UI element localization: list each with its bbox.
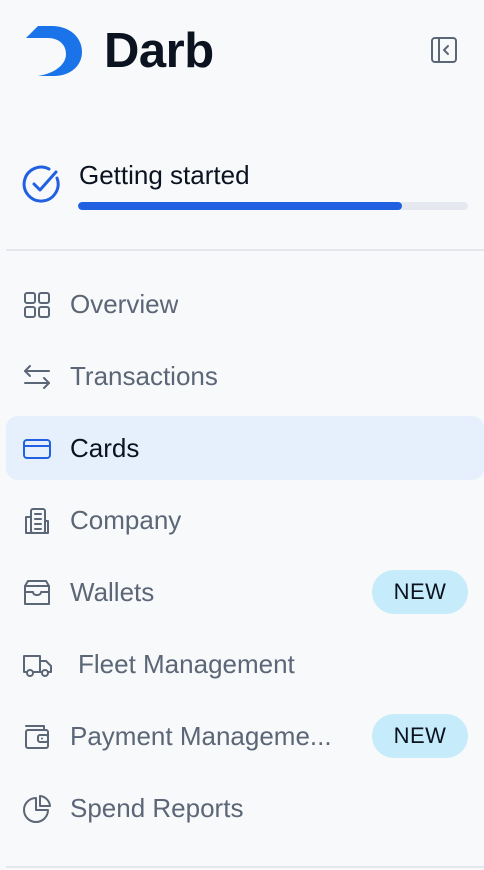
- sidebar-item-overview[interactable]: Overview: [6, 272, 484, 336]
- grid-icon: [22, 290, 52, 320]
- darb-logo-icon: [26, 26, 82, 76]
- check-circle-icon: [22, 165, 60, 203]
- sidebar-nav: Overview Transactions Cards Company Wallets N…: [6, 272, 484, 848]
- sidebar-item-fleet-management[interactable]: Fleet Management: [6, 632, 484, 696]
- building-icon: [22, 506, 52, 536]
- sidebar-item-cards[interactable]: Cards: [6, 416, 484, 480]
- sidebar-item-label: Cards: [70, 433, 140, 463]
- sidebar-item-label: Transactions: [70, 361, 218, 391]
- credit-card-icon: [22, 434, 52, 464]
- getting-started-widget[interactable]: Getting started: [0, 148, 484, 228]
- sidebar-item-label: Wallets: [70, 577, 155, 607]
- getting-started-progress: [78, 202, 468, 210]
- transfer-arrows-icon: [22, 362, 52, 392]
- progress-fill: [78, 202, 402, 210]
- collapse-sidebar-icon[interactable]: [430, 36, 458, 64]
- divider: [6, 249, 484, 251]
- sidebar-header: Darb: [0, 0, 484, 100]
- pie-chart-icon: [22, 794, 52, 824]
- payment-wallet-icon: [22, 722, 52, 752]
- brand-name: Darb: [104, 24, 214, 78]
- sidebar-item-transactions[interactable]: Transactions: [6, 344, 484, 408]
- new-badge: NEW: [372, 714, 468, 758]
- sidebar-item-wallets[interactable]: Wallets NEW: [6, 560, 484, 624]
- sidebar-item-label: Company: [70, 505, 182, 535]
- wallet-icon: [22, 578, 52, 608]
- new-badge: NEW: [372, 570, 468, 614]
- sidebar-item-label: Fleet Management: [78, 649, 295, 679]
- getting-started-title: Getting started: [79, 160, 250, 190]
- divider: [6, 866, 484, 868]
- truck-icon: [22, 650, 52, 680]
- sidebar-item-label: Payment Manageme...: [70, 721, 332, 751]
- sidebar-item-spend-reports[interactable]: Spend Reports: [6, 776, 484, 840]
- sidebar-item-payment-manageme[interactable]: Payment Manageme... NEW: [6, 704, 484, 768]
- sidebar-item-label: Overview: [70, 289, 179, 319]
- sidebar-item-company[interactable]: Company: [6, 488, 484, 552]
- sidebar-item-label: Spend Reports: [70, 793, 244, 823]
